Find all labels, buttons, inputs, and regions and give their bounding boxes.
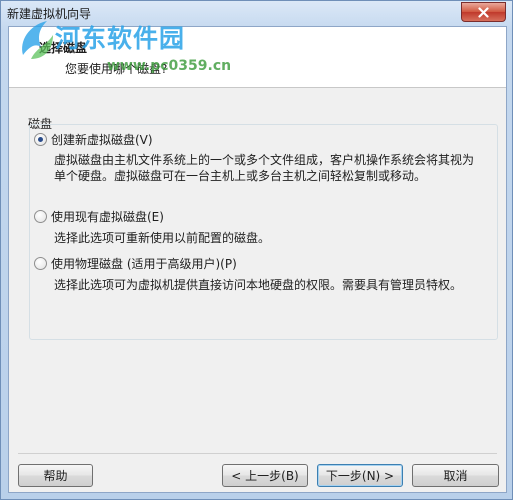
- close-button[interactable]: [461, 2, 506, 22]
- help-button[interactable]: 帮助: [18, 464, 93, 487]
- description-line: 选择此选项可重新使用以前配置的磁盘。: [54, 231, 271, 245]
- use-existing-disk-label: 使用现有虚拟磁盘(E): [51, 210, 164, 224]
- create-new-disk-description: 虚拟磁盘由主机文件系统上的一个或多个文件组成，客户机操作系统会将其视为 单个硬盘…: [54, 152, 474, 184]
- window-title: 新建虚拟机向导: [7, 7, 92, 21]
- button-separator: [18, 453, 497, 454]
- use-physical-disk-label: 使用物理磁盘 (适用于高级用户)(P): [51, 257, 237, 271]
- page-title: 选择磁盘: [39, 41, 88, 55]
- use-physical-disk-description: 选择此选项可为虚拟机提供直接访问本地硬盘的权限。需要具有管理员特权。: [54, 277, 462, 293]
- use-physical-disk-radio[interactable]: [34, 257, 47, 270]
- close-icon: [478, 6, 489, 18]
- create-new-disk-label: 创建新虚拟磁盘(V): [51, 133, 153, 147]
- cancel-button[interactable]: 取消: [412, 464, 499, 487]
- page-subtitle: 您要使用哪个磁盘?: [65, 62, 168, 76]
- back-button[interactable]: < 上一步(B): [222, 464, 308, 487]
- description-line: 虚拟磁盘由主机文件系统上的一个或多个文件组成，客户机操作系统会将其视为: [54, 153, 475, 167]
- use-existing-disk-option[interactable]: 使用现有虚拟磁盘(E): [34, 208, 164, 225]
- next-button[interactable]: 下一步(N) >: [317, 464, 403, 487]
- description-line: 单个硬盘。虚拟磁盘可在一台主机上或多台主机之间轻松复制或移动。: [54, 169, 427, 183]
- use-existing-disk-description: 选择此选项可重新使用以前配置的磁盘。: [54, 230, 270, 246]
- description-line: 选择此选项可为虚拟机提供直接访问本地硬盘的权限。需要具有管理员特权。: [54, 278, 463, 292]
- wizard-header: 选择磁盘 您要使用哪个磁盘? 河东软件园 www.pc0359.cn: [9, 21, 506, 88]
- use-existing-disk-radio[interactable]: [34, 210, 47, 223]
- title-bar[interactable]: 新建虚拟机向导: [1, 1, 512, 25]
- create-new-disk-radio[interactable]: [34, 133, 47, 146]
- wizard-window: 新建虚拟机向导 选择磁盘 您要使用哪个磁盘? 河东软件园 www.pc0359.…: [0, 0, 513, 500]
- wizard-client-area: 选择磁盘 您要使用哪个磁盘? 河东软件园 www.pc0359.cn 磁盘 创建…: [8, 21, 507, 493]
- use-physical-disk-option[interactable]: 使用物理磁盘 (适用于高级用户)(P): [34, 255, 237, 272]
- create-new-disk-option[interactable]: 创建新虚拟磁盘(V): [34, 131, 153, 148]
